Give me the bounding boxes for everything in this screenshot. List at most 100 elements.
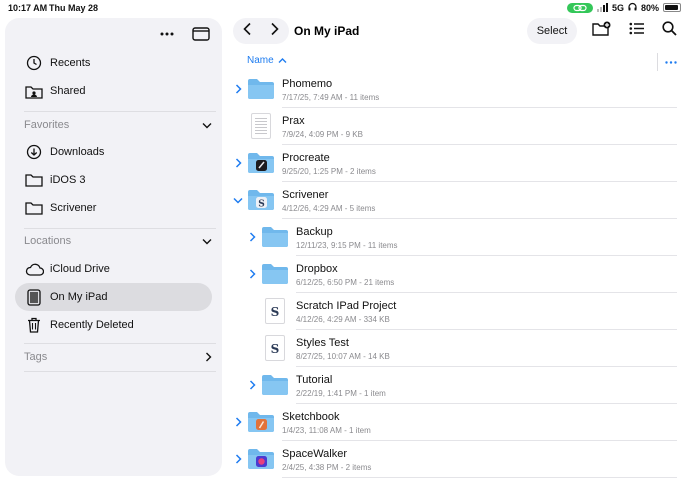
sidebar-item-label: Scrivener bbox=[50, 202, 97, 214]
new-folder-button[interactable] bbox=[591, 21, 612, 42]
file-row[interactable]: S Scratch IPad Project 4/12/26, 4:29 AM - … bbox=[233, 293, 677, 330]
disclosure-chevron-right-icon[interactable] bbox=[233, 415, 243, 429]
divider bbox=[24, 111, 216, 112]
ellipsis-icon bbox=[665, 60, 677, 64]
sidebar-item-downloads[interactable]: Downloads bbox=[15, 138, 212, 166]
file-name: Scrivener bbox=[282, 189, 329, 201]
file-meta: 9/25/20, 1:25 PM - 2 items bbox=[282, 167, 376, 176]
screen-share-icon bbox=[566, 2, 593, 13]
section-title: Favorites bbox=[24, 119, 70, 131]
file-meta: 7/9/24, 4:09 PM - 9 KB bbox=[282, 130, 363, 139]
file-row[interactable]: S Styles Test 8/27/25, 10:07 AM - 14 KB bbox=[233, 330, 677, 367]
file-row[interactable]: Dropbox 6/12/25, 6:50 PM - 21 items bbox=[233, 256, 677, 293]
file-name: Prax bbox=[282, 115, 305, 127]
divider bbox=[24, 371, 216, 372]
folder-icon bbox=[261, 260, 289, 288]
file-meta: 1/4/23, 11:08 AM - 1 item bbox=[282, 426, 371, 435]
sidebar-item-shared[interactable]: Shared bbox=[15, 77, 212, 105]
sidebar-item-idos3[interactable]: iDOS 3 bbox=[15, 166, 212, 194]
divider bbox=[24, 228, 216, 229]
disclosure-chevron-right-icon[interactable] bbox=[247, 267, 257, 281]
file-name: Procreate bbox=[282, 152, 330, 164]
sidebar-item-label: Recently Deleted bbox=[50, 319, 134, 331]
section-locations[interactable]: Locations bbox=[24, 232, 212, 250]
file-meta: 7/17/25, 7:49 AM - 11 items bbox=[282, 93, 380, 102]
section-tags[interactable]: Tags bbox=[24, 348, 212, 366]
disclosure-chevron-right-icon[interactable] bbox=[247, 378, 257, 392]
file-row[interactable]: S Scrivener 4/12/26, 4:29 AM - 5 items bbox=[233, 182, 677, 219]
row-divider bbox=[282, 477, 677, 478]
document-thumbnail-icon bbox=[247, 112, 275, 140]
status-time: 10:17 AM bbox=[8, 3, 48, 13]
status-date: Thu May 28 bbox=[49, 3, 99, 13]
file-name: SpaceWalker bbox=[282, 448, 348, 460]
back-button[interactable] bbox=[242, 22, 252, 41]
file-meta: 4/12/26, 4:29 AM - 5 items bbox=[282, 204, 376, 213]
trash-icon bbox=[24, 315, 44, 335]
disclosure-chevron-right-icon[interactable] bbox=[233, 452, 243, 466]
sidebar-item-recently-deleted[interactable]: Recently Deleted bbox=[15, 311, 212, 339]
sidebar-item-label: Recents bbox=[50, 57, 91, 69]
search-icon bbox=[661, 21, 677, 36]
file-row[interactable]: Sketchbook 1/4/23, 11:08 AM - 1 item bbox=[233, 404, 677, 441]
file-meta: 2/22/19, 1:41 PM - 1 item bbox=[296, 389, 386, 398]
file-row[interactable]: Phomemo 7/17/25, 7:49 AM - 11 items bbox=[233, 71, 677, 108]
headphones-icon bbox=[628, 2, 637, 13]
disclosure-chevron-down-icon[interactable] bbox=[233, 193, 243, 207]
sidebar-item-label: iCloud Drive bbox=[50, 263, 110, 275]
shared-folder-icon bbox=[24, 81, 44, 101]
ellipsis-icon bbox=[160, 32, 174, 36]
toggle-sidebar-button[interactable] bbox=[188, 22, 214, 46]
chevron-right-icon bbox=[206, 352, 212, 362]
file-row[interactable]: Tutorial 2/22/19, 1:41 PM - 1 item bbox=[233, 367, 677, 404]
section-favorites[interactable]: Favorites bbox=[24, 116, 212, 134]
chevron-right-icon bbox=[271, 22, 279, 35]
file-meta: 2/4/25, 4:38 PM - 2 items bbox=[282, 463, 372, 472]
battery-icon bbox=[663, 3, 681, 12]
section-title: Tags bbox=[24, 351, 48, 363]
disclosure-chevron-right-icon[interactable] bbox=[247, 230, 257, 244]
folder-icon bbox=[261, 223, 289, 251]
file-name: Phomemo bbox=[282, 78, 333, 90]
sidebar-item-recents[interactable]: Recents bbox=[15, 49, 212, 77]
disclosure-chevron-right-icon[interactable] bbox=[233, 82, 243, 96]
folder-scrivener-icon: S bbox=[247, 186, 275, 214]
file-meta: 8/27/25, 10:07 AM - 14 KB bbox=[296, 352, 390, 361]
file-row[interactable]: Procreate 9/25/20, 1:25 PM - 2 items bbox=[233, 145, 677, 182]
chevron-down-icon bbox=[202, 238, 212, 244]
folder-badge-plus-icon bbox=[591, 21, 610, 36]
file-name: Backup bbox=[296, 226, 333, 238]
file-name: Scratch IPad Project bbox=[296, 300, 397, 312]
cellular-signal-icon bbox=[596, 3, 608, 12]
divider bbox=[24, 343, 216, 344]
sidebar-item-label: Shared bbox=[50, 85, 86, 97]
file-meta: 4/12/26, 4:29 AM - 334 KB bbox=[296, 315, 390, 324]
scrivener-document-icon: S bbox=[261, 334, 289, 362]
sidebar-item-on-my-ipad[interactable]: On My iPad bbox=[15, 283, 212, 311]
sort-by-name-button[interactable]: Name bbox=[247, 55, 287, 66]
sidebar-item-label: Downloads bbox=[50, 146, 105, 158]
select-button[interactable]: Select bbox=[527, 18, 577, 44]
network-type: 5G bbox=[611, 2, 624, 13]
ipad-icon bbox=[24, 287, 44, 307]
sidebar-item-scrivener[interactable]: Scrivener bbox=[15, 194, 212, 222]
folder-icon bbox=[24, 198, 44, 218]
view-options-button[interactable] bbox=[629, 22, 645, 40]
search-button[interactable] bbox=[661, 21, 677, 41]
scrivener-document-icon: S bbox=[261, 297, 289, 325]
disclosure-chevron-right-icon[interactable] bbox=[233, 156, 243, 170]
file-name: Tutorial bbox=[296, 374, 333, 386]
file-row[interactable]: SpaceWalker 2/4/25, 4:38 PM - 2 items bbox=[233, 441, 677, 478]
sidebar-more-button[interactable] bbox=[154, 22, 180, 46]
file-meta: 12/11/23, 9:15 PM - 11 items bbox=[296, 241, 398, 250]
sidebar-item-icloud-drive[interactable]: iCloud Drive bbox=[15, 255, 212, 283]
file-name: Sketchbook bbox=[282, 411, 340, 423]
svg-text:S: S bbox=[258, 200, 265, 210]
file-row[interactable]: Backup 12/11/23, 9:15 PM - 11 items bbox=[233, 219, 677, 256]
forward-button[interactable] bbox=[270, 22, 280, 41]
file-row[interactable]: Prax 7/9/24, 4:09 PM - 9 KB bbox=[233, 108, 677, 145]
file-name: Dropbox bbox=[296, 263, 338, 275]
column-options-button[interactable] bbox=[662, 54, 680, 70]
list-icon bbox=[629, 22, 644, 35]
folder-icon bbox=[24, 170, 44, 190]
